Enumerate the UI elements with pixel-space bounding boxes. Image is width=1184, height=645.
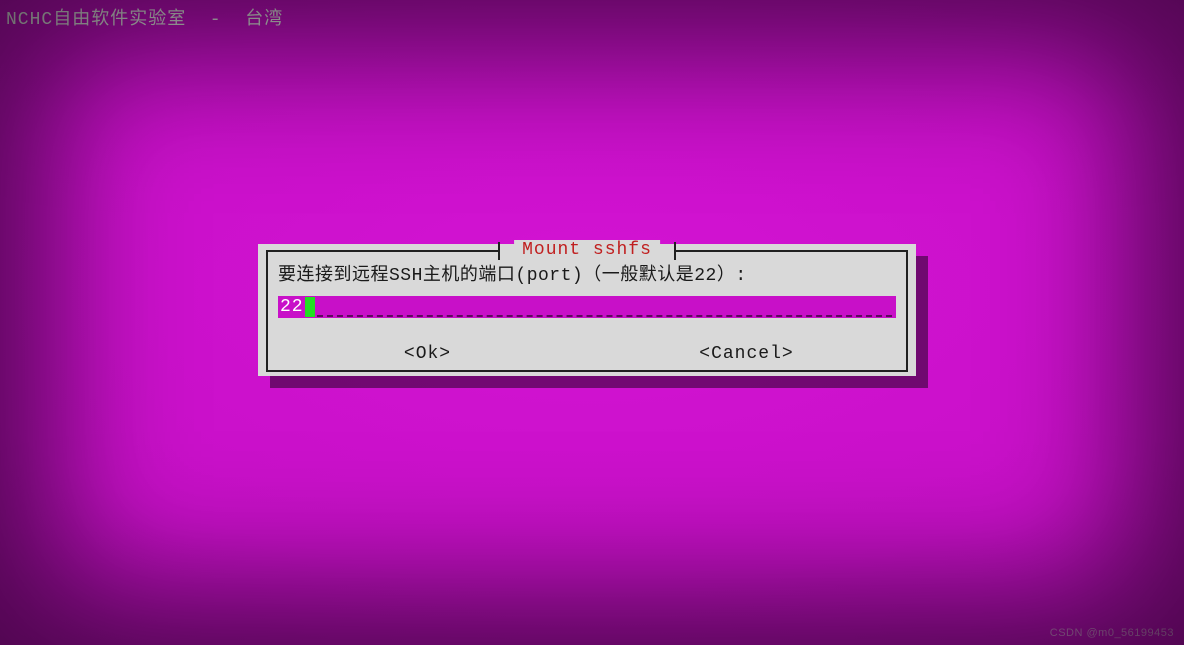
watermark: CSDN @m0_56199453 [1050, 627, 1174, 639]
text-cursor [305, 297, 315, 317]
dialog-body: Mount sshfs 要连接到远程SSH主机的端口(port)（一般默认是22… [258, 244, 916, 376]
dialog-title: Mount sshfs [514, 240, 660, 260]
frame-title-tick-left [498, 242, 500, 260]
frame-title-tick-right [674, 242, 676, 260]
port-input[interactable]: 22 [278, 296, 896, 318]
port-input-value: 22 [278, 297, 304, 317]
dialog-prompt: 要连接到远程SSH主机的端口(port)（一般默认是22）: [278, 260, 896, 286]
cancel-button[interactable]: <Cancel> [587, 344, 906, 364]
screen-header-title: NCHC自由软件实验室 - 台湾 [6, 4, 283, 30]
dialog-frame: Mount sshfs 要连接到远程SSH主机的端口(port)（一般默认是22… [266, 250, 908, 372]
input-underline [317, 297, 892, 317]
mount-sshfs-dialog: Mount sshfs 要连接到远程SSH主机的端口(port)（一般默认是22… [258, 244, 916, 376]
ok-button[interactable]: <Ok> [268, 344, 587, 364]
dialog-button-row: <Ok> <Cancel> [268, 344, 906, 364]
